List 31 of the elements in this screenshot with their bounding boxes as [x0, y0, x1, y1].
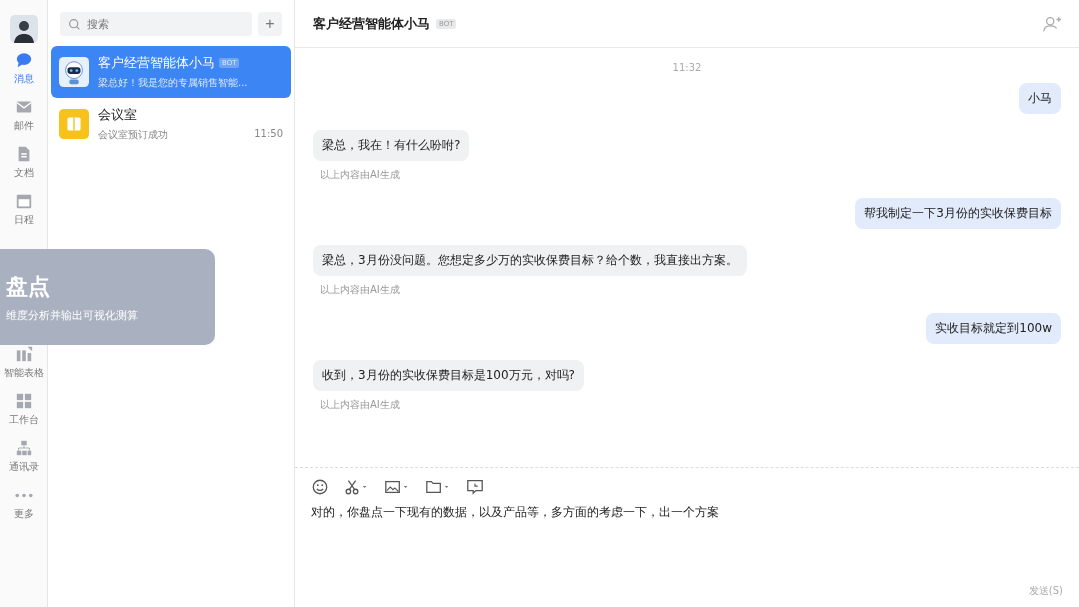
- message-bubble: 帮我制定一下3月份的实收保费目标: [855, 198, 1061, 229]
- nav-item[interactable]: 消息: [13, 51, 34, 98]
- message-time: 11:50: [254, 128, 283, 141]
- ai-notice: 以上内容由AI生成: [320, 398, 400, 412]
- message-input[interactable]: 对的，你盘点一下现有的数据，以及产品等，多方面的考虑一下，出一个方案: [311, 504, 1063, 521]
- message-preview: 梁总好！我是您的专属销售智能...: [98, 76, 248, 90]
- nav-item[interactable]: 智能表格: [3, 345, 44, 392]
- search-field[interactable]: 搜索: [60, 12, 252, 36]
- message-bubble: 收到，3月份的实收保费目标是100万元，对吗?: [313, 360, 584, 391]
- message-bubble: 梁总，我在！有什么吩咐?: [313, 130, 470, 161]
- message-preview: 会议室预订成功: [98, 128, 168, 142]
- ai-notice: 以上内容由AI生成: [320, 283, 400, 297]
- tooltip-text: 维度分析并输出可视化测算: [6, 307, 138, 323]
- nav-item[interactable]: 文档: [13, 145, 34, 192]
- conversation-item[interactable]: 会议室 会议室预订成功 11:50: [51, 98, 291, 150]
- send-button[interactable]: 发送(S): [1022, 583, 1069, 599]
- ai-notice: 以上内容由AI生成: [320, 168, 400, 182]
- message-bubble: 实收目标就定到100w: [926, 313, 1061, 344]
- nav-item[interactable]: 通讯录: [8, 439, 39, 486]
- conversation-name: 会议室: [98, 106, 137, 124]
- message-bubble: 梁总，3月份没问题。您想定多少万的实收保费目标？给个数，我直接出方案。: [313, 245, 747, 276]
- nav-item[interactable]: 工作台: [8, 392, 39, 439]
- nav-item[interactable]: 日程: [13, 192, 34, 239]
- nav-item[interactable]: 更多: [13, 486, 34, 533]
- conversation-name: 客户经营智能体小马: [98, 54, 215, 72]
- add-button[interactable]: +: [258, 12, 282, 36]
- chat-title: 客户经营智能体小马: [313, 14, 430, 33]
- message-bubble: 小马: [1019, 83, 1061, 114]
- tooltip-title: 盘点: [6, 272, 50, 301]
- timestamp: 11:32: [671, 62, 703, 73]
- nav-item[interactable]: 邮件: [13, 98, 34, 145]
